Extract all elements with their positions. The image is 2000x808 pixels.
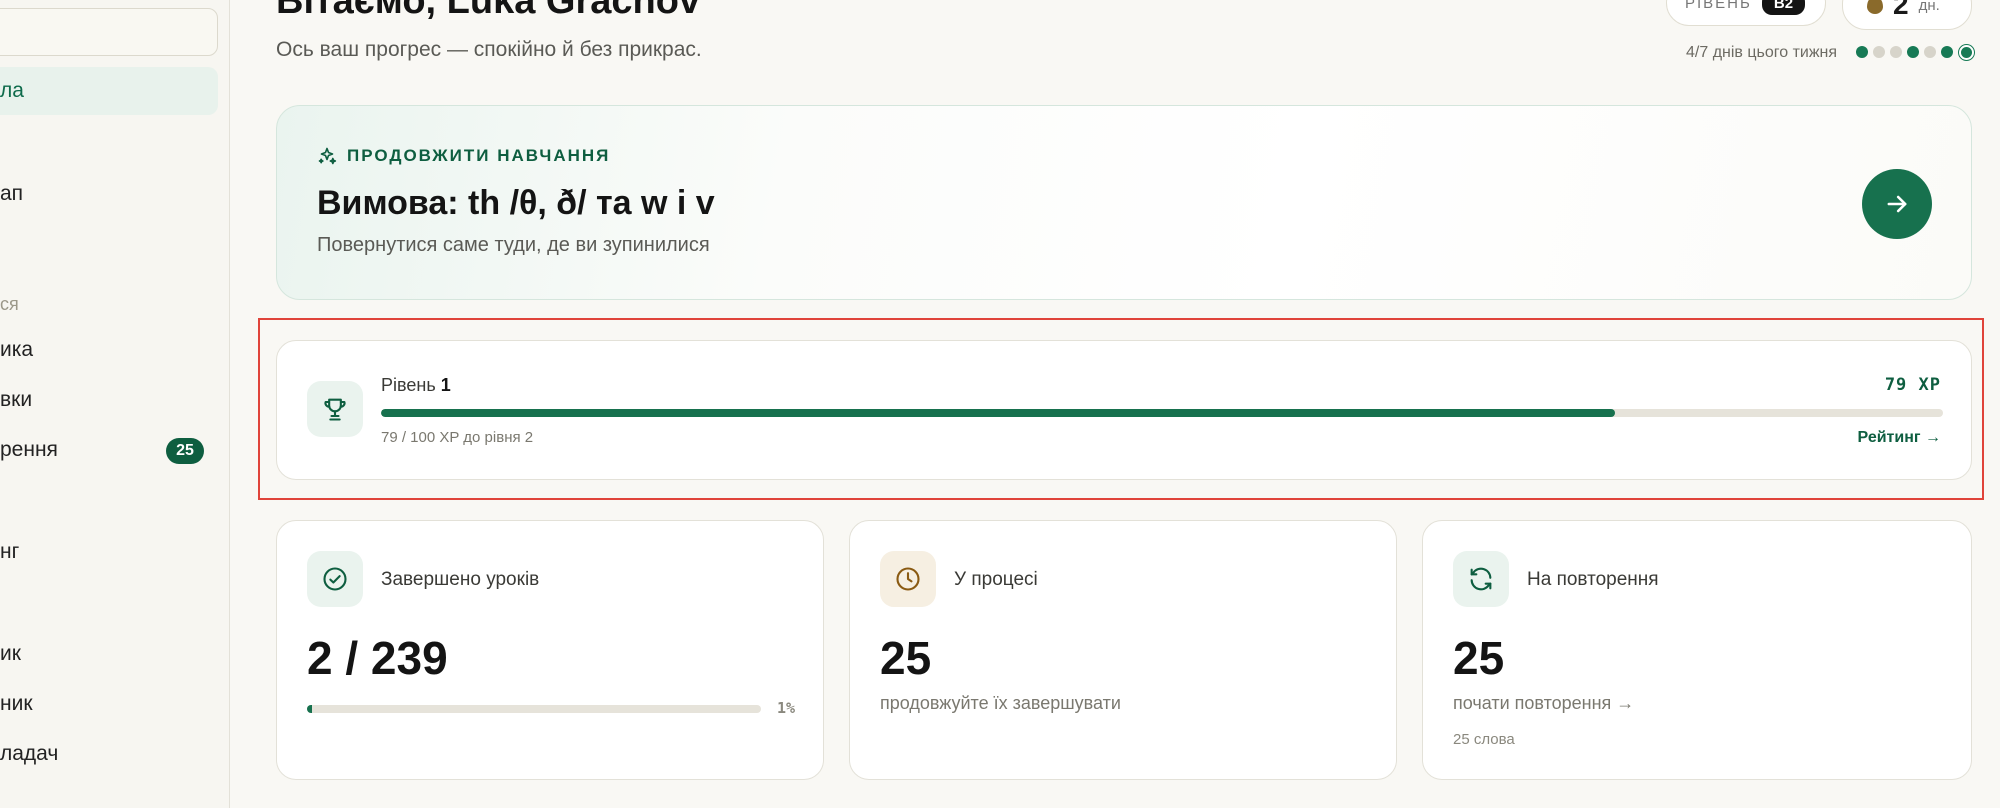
continue-lesson-subtitle: Повернутися саме туди, де ви зупинилися: [317, 234, 710, 256]
level-card-level: 1: [440, 375, 451, 395]
level-label: РІВЕНЬ: [1685, 0, 1752, 12]
level-pill[interactable]: РІВЕНЬ B2: [1666, 0, 1826, 26]
sidebar-item-review[interactable]: рення: [0, 438, 58, 462]
streak-value: 2: [1893, 0, 1909, 20]
streak-unit: дн.: [1918, 0, 1940, 14]
flame-icon: [1867, 0, 1883, 14]
trophy-icon: [324, 398, 346, 421]
stat-card-completed: Завершено уроків 2 / 239 1%: [276, 520, 824, 780]
completed-progress-bar: [307, 705, 761, 713]
xp-progress-bar: [381, 409, 1943, 417]
start-review-link[interactable]: почати повторення →: [1453, 693, 1634, 714]
refresh-icon-box: [1453, 551, 1509, 607]
stat-desc: продовжуйте їх завершувати: [880, 693, 1121, 713]
stat-card-in-progress: У процесі 25 продовжуйте їх завершувати: [849, 520, 1397, 780]
continue-learning-card[interactable]: ПРОДОВЖИТИ НАВЧАННЯ Вимова: th /θ, ð/ та…: [276, 105, 1972, 300]
sidebar-item-label: рення: [0, 438, 58, 461]
sidebar-item-label: нг: [0, 540, 20, 563]
sidebar-item-teacher[interactable]: ладач: [0, 742, 58, 766]
sidebar-item-home[interactable]: ла: [0, 67, 218, 115]
completed-percent: 1%: [776, 699, 795, 717]
check-circle-icon: [323, 567, 347, 591]
arrow-right-icon: [1887, 195, 1907, 213]
stat-value: 25: [1453, 632, 1505, 684]
xp-progress-fill: [381, 409, 1615, 417]
stat-value: 25: [880, 632, 932, 684]
level-card-label: Рівень 1: [381, 375, 451, 396]
sidebar-item-label: ика: [0, 338, 34, 361]
stat-name: У процесі: [954, 569, 1038, 590]
sidebar-item-dictionary[interactable]: ик: [0, 642, 21, 666]
week-day-dot: [1890, 46, 1902, 58]
sidebar: ла ап ся ика вки рення 25 нг ик ник лада…: [0, 0, 230, 808]
stat-value: 2 / 239: [307, 632, 448, 684]
sidebar-item-label: ладач: [0, 742, 59, 765]
clock-icon-box: [880, 551, 936, 607]
level-card-label-text: Рівень: [381, 375, 436, 395]
sidebar-item-label: ап: [0, 182, 24, 205]
sidebar-item-roadmap[interactable]: ап: [0, 182, 23, 206]
week-dots: [1856, 46, 1972, 58]
sparkles-icon: [318, 147, 337, 165]
completed-progress-fill: [307, 705, 312, 713]
check-icon-box: [307, 551, 363, 607]
stat-name: На повторення: [1527, 569, 1659, 590]
sidebar-search-input[interactable]: [0, 8, 218, 56]
continue-eyebrow: ПРОДОВЖИТИ НАВЧАННЯ: [317, 146, 610, 166]
sidebar-item-practice[interactable]: ика: [0, 338, 33, 362]
continue-lesson-title: Вимова: th /θ, ð/ та w і v: [317, 184, 715, 222]
week-day-dot: [1907, 46, 1919, 58]
level-progress-card: Рівень 1 79 XP 79 / 100 XP до рівня 2 Ре…: [276, 340, 1972, 480]
sidebar-item-label: ик: [0, 642, 21, 665]
clock-icon: [896, 567, 920, 591]
week-progress-text: 4/7 днів цього тижня: [1686, 44, 1838, 61]
sidebar-item-skills[interactable]: вки: [0, 388, 32, 412]
continue-eyebrow-label: ПРОДОВЖИТИ НАВЧАННЯ: [347, 146, 611, 165]
rating-link[interactable]: Рейтинг →: [1858, 429, 1941, 447]
sidebar-item-rating[interactable]: нг: [0, 540, 19, 564]
page-title: Вітаємо, Luka Grachov: [276, 0, 701, 22]
stat-name: Завершено уроків: [381, 569, 540, 590]
review-count-badge: 25: [166, 438, 204, 464]
streak-pill[interactable]: 2 дн.: [1842, 0, 1972, 30]
week-day-dot: [1961, 46, 1972, 58]
stat-card-review[interactable]: На повторення 25 почати повторення → 25 …: [1422, 520, 1972, 780]
sidebar-item-label: ник: [0, 692, 33, 715]
sidebar-item-label: ла: [0, 79, 24, 102]
week-day-dot: [1924, 46, 1936, 58]
review-word-count: 25 слова: [1453, 731, 1515, 748]
week-day-dot: [1873, 46, 1885, 58]
xp-to-next-level: 79 / 100 XP до рівня 2: [381, 429, 534, 446]
continue-go-button[interactable]: [1862, 169, 1932, 239]
level-value: B2: [1761, 0, 1806, 15]
sidebar-item-glossary[interactable]: ник: [0, 692, 33, 716]
week-day-dot: [1941, 46, 1953, 58]
sidebar-section-label: ся: [0, 294, 19, 314]
week-day-dot: [1856, 46, 1868, 58]
sidebar-item-label: вки: [0, 388, 33, 411]
xp-total: 79 XP: [1884, 375, 1941, 395]
refresh-icon: [1470, 567, 1492, 591]
page-subtitle: Ось ваш прогрес — спокійно й без прикрас…: [276, 38, 702, 61]
trophy-icon-box: [307, 381, 363, 437]
